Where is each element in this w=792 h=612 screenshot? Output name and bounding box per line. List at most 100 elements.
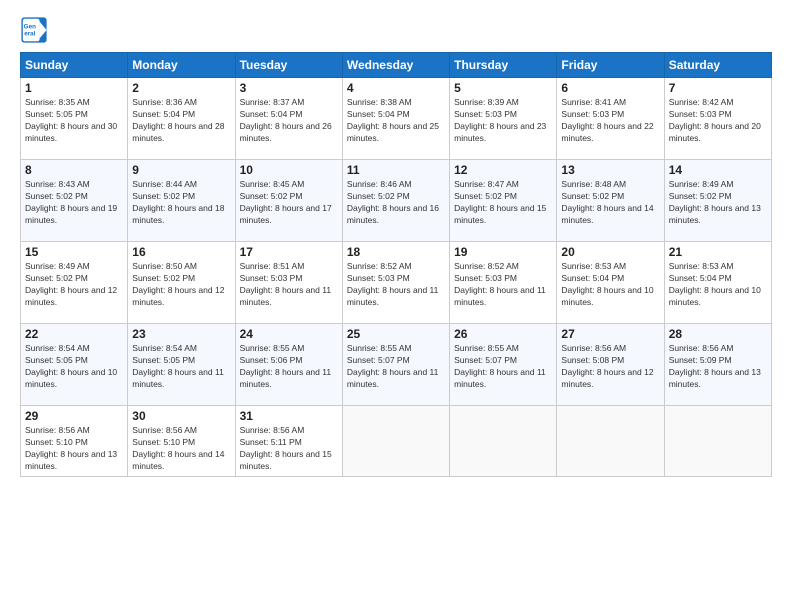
day-info: Sunrise: 8:55 AMSunset: 5:07 PMDaylight:… (347, 343, 445, 391)
day-info: Sunrise: 8:42 AMSunset: 5:03 PMDaylight:… (669, 97, 767, 145)
calendar-cell: 6Sunrise: 8:41 AMSunset: 5:03 PMDaylight… (557, 78, 664, 160)
day-info: Sunrise: 8:52 AMSunset: 5:03 PMDaylight:… (347, 261, 445, 309)
calendar-cell: 27 Sunrise: 8:56 AMSunset: 5:08 PMDayligh… (557, 324, 664, 406)
calendar-cell: 15 Sunrise: 8:49 AMSunset: 5:02 PMDayligh… (21, 242, 128, 324)
day-number: 13 (561, 163, 659, 177)
day-info: Sunrise: 8:36 AMSunset: 5:04 PMDaylight:… (132, 97, 230, 145)
weekday-header-sunday: Sunday (21, 53, 128, 78)
day-info: Sunrise: 8:56 AMSunset: 5:09 PMDaylight:… (669, 343, 767, 391)
logo: Gen eral (20, 16, 52, 44)
day-info: Sunrise: 8:54 AMSunset: 5:05 PMDaylight:… (132, 343, 230, 391)
day-info: Sunrise: 8:35 AMSunset: 5:05 PMDaylight:… (25, 97, 123, 145)
calendar-cell: 9 Sunrise: 8:44 AMSunset: 5:02 PMDaylight… (128, 160, 235, 242)
calendar-cell: 4 Sunrise: 8:38 AMSunset: 5:04 PMDaylight… (342, 78, 449, 160)
day-number: 21 (669, 245, 767, 259)
calendar-cell: 29 Sunrise: 8:56 AMSunset: 5:10 PMDayligh… (21, 406, 128, 477)
calendar-cell: 28 Sunrise: 8:56 AMSunset: 5:09 PMDayligh… (664, 324, 771, 406)
day-info: Sunrise: 8:39 AMSunset: 5:03 PMDaylight:… (454, 97, 552, 145)
day-number: 7 (669, 81, 767, 95)
page: Gen eral SundayMondayTuesdayWednesdayThu… (0, 0, 792, 612)
week-row-3: 15 Sunrise: 8:49 AMSunset: 5:02 PMDayligh… (21, 242, 772, 324)
calendar-cell: 17 Sunrise: 8:51 AMSunset: 5:03 PMDayligh… (235, 242, 342, 324)
day-info: Sunrise: 8:53 AMSunset: 5:04 PMDaylight:… (669, 261, 767, 309)
day-info: Sunrise: 8:49 AMSunset: 5:02 PMDaylight:… (25, 261, 123, 309)
calendar-cell: 7 Sunrise: 8:42 AMSunset: 5:03 PMDaylight… (664, 78, 771, 160)
day-info: Sunrise: 8:44 AMSunset: 5:02 PMDaylight:… (132, 179, 230, 227)
week-row-4: 22 Sunrise: 8:54 AMSunset: 5:05 PMDayligh… (21, 324, 772, 406)
calendar: SundayMondayTuesdayWednesdayThursdayFrid… (20, 52, 772, 477)
day-number: 17 (240, 245, 338, 259)
svg-text:eral: eral (24, 31, 35, 38)
calendar-cell: 13 Sunrise: 8:48 AMSunset: 5:02 PMDayligh… (557, 160, 664, 242)
day-number: 14 (669, 163, 767, 177)
day-number: 11 (347, 163, 445, 177)
calendar-cell: 24Sunrise: 8:55 AMSunset: 5:06 PMDayligh… (235, 324, 342, 406)
day-info: Sunrise: 8:52 AMSunset: 5:03 PMDaylight:… (454, 261, 552, 309)
calendar-cell: 10Sunrise: 8:45 AMSunset: 5:02 PMDayligh… (235, 160, 342, 242)
day-number: 12 (454, 163, 552, 177)
calendar-cell: 20 Sunrise: 8:53 AMSunset: 5:04 PMDayligh… (557, 242, 664, 324)
day-info: Sunrise: 8:49 AMSunset: 5:02 PMDaylight:… (669, 179, 767, 227)
day-info: Sunrise: 8:50 AMSunset: 5:02 PMDaylight:… (132, 261, 230, 309)
day-number: 4 (347, 81, 445, 95)
weekday-header-saturday: Saturday (664, 53, 771, 78)
day-info: Sunrise: 8:56 AMSunset: 5:10 PMDaylight:… (25, 425, 123, 473)
day-number: 27 (561, 327, 659, 341)
calendar-cell: 16Sunrise: 8:50 AMSunset: 5:02 PMDayligh… (128, 242, 235, 324)
calendar-cell: 25 Sunrise: 8:55 AMSunset: 5:07 PMDayligh… (342, 324, 449, 406)
calendar-cell: 22 Sunrise: 8:54 AMSunset: 5:05 PMDayligh… (21, 324, 128, 406)
day-number: 15 (25, 245, 123, 259)
calendar-cell: 11Sunrise: 8:46 AMSunset: 5:02 PMDayligh… (342, 160, 449, 242)
day-info: Sunrise: 8:45 AMSunset: 5:02 PMDaylight:… (240, 179, 338, 227)
day-info: Sunrise: 8:56 AMSunset: 5:11 PMDaylight:… (240, 425, 338, 473)
calendar-cell: 2Sunrise: 8:36 AMSunset: 5:04 PMDaylight… (128, 78, 235, 160)
calendar-cell: 30 Sunrise: 8:56 AMSunset: 5:10 PMDayligh… (128, 406, 235, 477)
day-number: 25 (347, 327, 445, 341)
day-info: Sunrise: 8:48 AMSunset: 5:02 PMDaylight:… (561, 179, 659, 227)
calendar-cell (664, 406, 771, 477)
day-number: 31 (240, 409, 338, 423)
calendar-cell: 21 Sunrise: 8:53 AMSunset: 5:04 PMDayligh… (664, 242, 771, 324)
day-number: 1 (25, 81, 123, 95)
day-number: 26 (454, 327, 552, 341)
day-number: 20 (561, 245, 659, 259)
day-number: 22 (25, 327, 123, 341)
logo-icon: Gen eral (20, 16, 48, 44)
day-info: Sunrise: 8:37 AMSunset: 5:04 PMDaylight:… (240, 97, 338, 145)
weekday-header-row: SundayMondayTuesdayWednesdayThursdayFrid… (21, 53, 772, 78)
calendar-cell: 19Sunrise: 8:52 AMSunset: 5:03 PMDayligh… (450, 242, 557, 324)
calendar-cell: 8 Sunrise: 8:43 AMSunset: 5:02 PMDaylight… (21, 160, 128, 242)
day-info: Sunrise: 8:53 AMSunset: 5:04 PMDaylight:… (561, 261, 659, 309)
calendar-cell: 23Sunrise: 8:54 AMSunset: 5:05 PMDayligh… (128, 324, 235, 406)
calendar-cell: 12 Sunrise: 8:47 AMSunset: 5:02 PMDayligh… (450, 160, 557, 242)
day-info: Sunrise: 8:43 AMSunset: 5:02 PMDaylight:… (25, 179, 123, 227)
day-number: 28 (669, 327, 767, 341)
calendar-cell: 3 Sunrise: 8:37 AMSunset: 5:04 PMDaylight… (235, 78, 342, 160)
calendar-cell: 31 Sunrise: 8:56 AMSunset: 5:11 PMDayligh… (235, 406, 342, 477)
calendar-cell (450, 406, 557, 477)
day-info: Sunrise: 8:38 AMSunset: 5:04 PMDaylight:… (347, 97, 445, 145)
day-info: Sunrise: 8:51 AMSunset: 5:03 PMDaylight:… (240, 261, 338, 309)
calendar-cell: 1 Sunrise: 8:35 AMSunset: 5:05 PMDaylight… (21, 78, 128, 160)
weekday-header-friday: Friday (557, 53, 664, 78)
calendar-cell (557, 406, 664, 477)
calendar-cell: 5Sunrise: 8:39 AMSunset: 5:03 PMDaylight… (450, 78, 557, 160)
week-row-1: 1 Sunrise: 8:35 AMSunset: 5:05 PMDaylight… (21, 78, 772, 160)
day-number: 30 (132, 409, 230, 423)
day-info: Sunrise: 8:56 AMSunset: 5:08 PMDaylight:… (561, 343, 659, 391)
weekday-header-wednesday: Wednesday (342, 53, 449, 78)
day-number: 29 (25, 409, 123, 423)
day-number: 9 (132, 163, 230, 177)
svg-text:Gen: Gen (24, 24, 36, 31)
day-number: 8 (25, 163, 123, 177)
day-info: Sunrise: 8:47 AMSunset: 5:02 PMDaylight:… (454, 179, 552, 227)
week-row-5: 29 Sunrise: 8:56 AMSunset: 5:10 PMDayligh… (21, 406, 772, 477)
day-number: 24 (240, 327, 338, 341)
day-info: Sunrise: 8:54 AMSunset: 5:05 PMDaylight:… (25, 343, 123, 391)
day-info: Sunrise: 8:56 AMSunset: 5:10 PMDaylight:… (132, 425, 230, 473)
weekday-header-monday: Monday (128, 53, 235, 78)
calendar-cell: 26 Sunrise: 8:55 AMSunset: 5:07 PMDayligh… (450, 324, 557, 406)
day-info: Sunrise: 8:55 AMSunset: 5:07 PMDaylight:… (454, 343, 552, 391)
day-info: Sunrise: 8:41 AMSunset: 5:03 PMDaylight:… (561, 97, 659, 145)
day-number: 3 (240, 81, 338, 95)
